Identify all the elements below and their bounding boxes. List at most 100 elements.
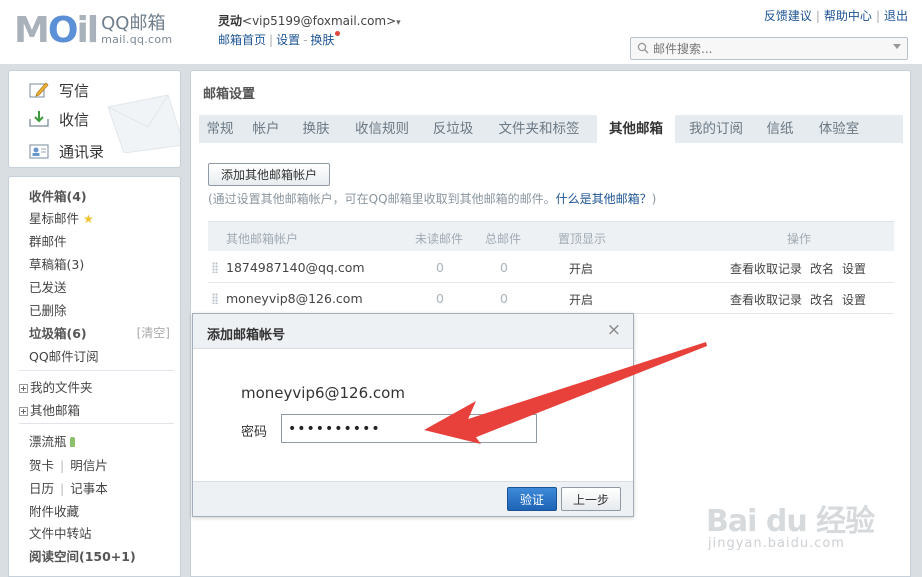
dialog-footer: 验证 上一步: [193, 481, 633, 516]
row-actions: 查看收取记录 改名 设置: [730, 291, 874, 308]
mail-search-box[interactable]: [630, 37, 908, 60]
sidebar-item-calendar-row: 日历 | 记事本: [29, 478, 108, 497]
divider: [19, 423, 174, 424]
notebook-link[interactable]: 记事本: [70, 481, 108, 496]
empty-spam-link[interactable]: [清空]: [137, 324, 170, 341]
starred-label: 星标邮件: [29, 211, 80, 226]
contacts-card-icon: [29, 144, 49, 159]
table-row: 1874987140@qq.com 0 0 开启 查看收取记录 改名 设置: [208, 252, 894, 283]
sidebar-item-my-folders[interactable]: 我的文件夹: [19, 377, 93, 396]
user-email: <vip5199@foxmail.com>: [242, 14, 397, 28]
watermark-url: jingyan.baidu.com: [708, 536, 845, 551]
tab-general[interactable]: 常规: [199, 115, 241, 143]
mail-home-link[interactable]: 邮箱首页: [218, 33, 266, 47]
postcards-link[interactable]: 明信片: [70, 458, 108, 473]
chevron-down-icon[interactable]: ▾: [396, 18, 401, 28]
check-mail-button[interactable]: 收信: [29, 106, 89, 132]
tab-receive-rules[interactable]: 收信规则: [349, 115, 415, 143]
dialog-title: 添加邮箱帐号: [207, 328, 286, 343]
unread-count: 0: [436, 260, 444, 275]
sidebar-item-reading-space[interactable]: 阅读空间(150+1): [29, 546, 136, 565]
sidebar-item-sent[interactable]: 已发送: [29, 277, 67, 296]
sidebar-item-file-transfer[interactable]: 文件中转站: [29, 523, 92, 542]
watermark-logo-text: Bai du 经验: [706, 504, 875, 539]
tab-skin[interactable]: 换肤: [297, 115, 335, 143]
other-mailboxes-label: 其他邮箱: [30, 403, 81, 418]
separator: |: [815, 9, 820, 23]
qq-mail-logo[interactable]: MOil QQ邮箱 mail.qq.com: [14, 10, 173, 51]
sidebar-item-spam[interactable]: 垃圾箱(6): [29, 323, 87, 342]
header: MOil QQ邮箱 mail.qq.com 灵动<vip5199@foxmail…: [0, 0, 922, 66]
sidebar-item-attachments[interactable]: 附件收藏: [29, 501, 79, 520]
separator: |: [875, 9, 880, 23]
skin-link[interactable]: 换肤: [310, 33, 334, 47]
search-input[interactable]: [653, 40, 883, 57]
settings-link[interactable]: 设置: [276, 33, 300, 47]
unread-count: 0: [436, 291, 444, 306]
column-header: 未读邮件: [415, 232, 464, 246]
expand-plus-icon[interactable]: [19, 384, 28, 393]
sidebar-item-subscriptions[interactable]: QQ邮件订阅: [29, 346, 99, 365]
sidebar-item-drift-bottle[interactable]: 漂流瓶: [29, 431, 75, 450]
tab-stationery[interactable]: 信纸: [761, 115, 799, 143]
rename-link[interactable]: 改名: [810, 262, 834, 276]
top-right-links: 反馈建议 | 帮助中心 | 退出: [764, 7, 908, 24]
expand-plus-icon[interactable]: [19, 407, 28, 416]
sidebar-item-starred[interactable]: 星标邮件 ★: [29, 208, 94, 227]
view-receive-log-link[interactable]: 查看收取记录: [730, 293, 802, 307]
search-options-chevron-icon[interactable]: [893, 44, 901, 49]
close-icon[interactable]: ×: [607, 322, 621, 339]
column-header: 置顶显示: [558, 232, 607, 246]
separator: |: [269, 33, 274, 47]
tab-other-mailboxes[interactable]: 其他邮箱: [597, 115, 675, 143]
what-is-other-mailbox-link[interactable]: 什么是其他邮箱？: [556, 192, 652, 206]
sidebar-item-deleted[interactable]: 已删除: [29, 300, 67, 319]
logo-url-text: mail.qq.com: [101, 32, 173, 46]
tab-lab[interactable]: 体验室: [811, 115, 867, 143]
tab-folders-labels[interactable]: 文件夹和标签: [491, 115, 587, 143]
pin-status[interactable]: 开启: [569, 260, 593, 277]
compose-button[interactable]: 写信: [29, 77, 89, 103]
drag-handle-icon[interactable]: [212, 262, 218, 273]
calendar-link[interactable]: 日历: [29, 481, 54, 496]
tab-anti-spam[interactable]: 反垃圾: [427, 115, 479, 143]
total-count: 0: [500, 260, 508, 275]
add-other-mailbox-button[interactable]: 添加其他邮箱帐户: [208, 163, 330, 186]
pin-status[interactable]: 开启: [569, 291, 593, 308]
password-label: 密码: [241, 425, 268, 440]
mailbox-account: moneyvip8@126.com: [226, 291, 363, 306]
back-button[interactable]: 上一步: [561, 487, 621, 511]
mailbox-email: moneyvip6@126.com: [241, 384, 405, 402]
logout-link[interactable]: 退出: [884, 9, 908, 23]
star-icon: ★: [83, 212, 94, 226]
sidebar-item-other-mailboxes[interactable]: 其他邮箱: [19, 400, 80, 419]
new-dot-icon: [335, 31, 341, 36]
tab-account[interactable]: 帐户: [247, 115, 285, 143]
feedback-link[interactable]: 反馈建议: [764, 9, 812, 23]
contacts-button[interactable]: 通讯录: [29, 138, 104, 164]
dialog-header: 添加邮箱帐号 ×: [193, 314, 633, 349]
tab-my-subscriptions[interactable]: 我的订阅: [683, 115, 749, 143]
rename-link[interactable]: 改名: [810, 293, 834, 307]
verify-button[interactable]: 验证: [507, 487, 557, 511]
user-info[interactable]: 灵动<vip5199@foxmail.com>▾: [218, 12, 401, 29]
sidebar-item-drafts[interactable]: 草稿箱(3): [29, 254, 84, 273]
drag-handle-icon[interactable]: [212, 293, 218, 304]
separator: |: [60, 458, 65, 473]
separator: |: [60, 481, 65, 496]
settings-link[interactable]: 设置: [842, 262, 866, 276]
settings-link[interactable]: 设置: [842, 293, 866, 307]
view-receive-log-link[interactable]: 查看收取记录: [730, 262, 802, 276]
help-link[interactable]: 帮助中心: [824, 9, 872, 23]
baidu-watermark: Bai du 经验 jingyan.baidu.com: [706, 492, 906, 572]
envelope-decoration-icon: [107, 94, 180, 153]
settings-tabs: 常规 帐户 换肤 收信规则 反垃圾 文件夹和标签 其他邮箱 我的订阅 信纸 体验…: [199, 115, 903, 143]
cards-link[interactable]: 贺卡: [29, 458, 54, 473]
sidebar-item-inbox[interactable]: 收件箱(4): [29, 186, 87, 205]
mailbox-account: 1874987140@qq.com: [226, 260, 365, 275]
password-field[interactable]: [281, 414, 537, 443]
compose-icon: [29, 82, 49, 98]
sidebar-item-group-mail[interactable]: 群邮件: [29, 231, 67, 250]
row-actions: 查看收取记录 改名 设置: [730, 260, 874, 277]
table-row: moneyvip8@126.com 0 0 开启 查看收取记录 改名 设置: [208, 283, 894, 314]
